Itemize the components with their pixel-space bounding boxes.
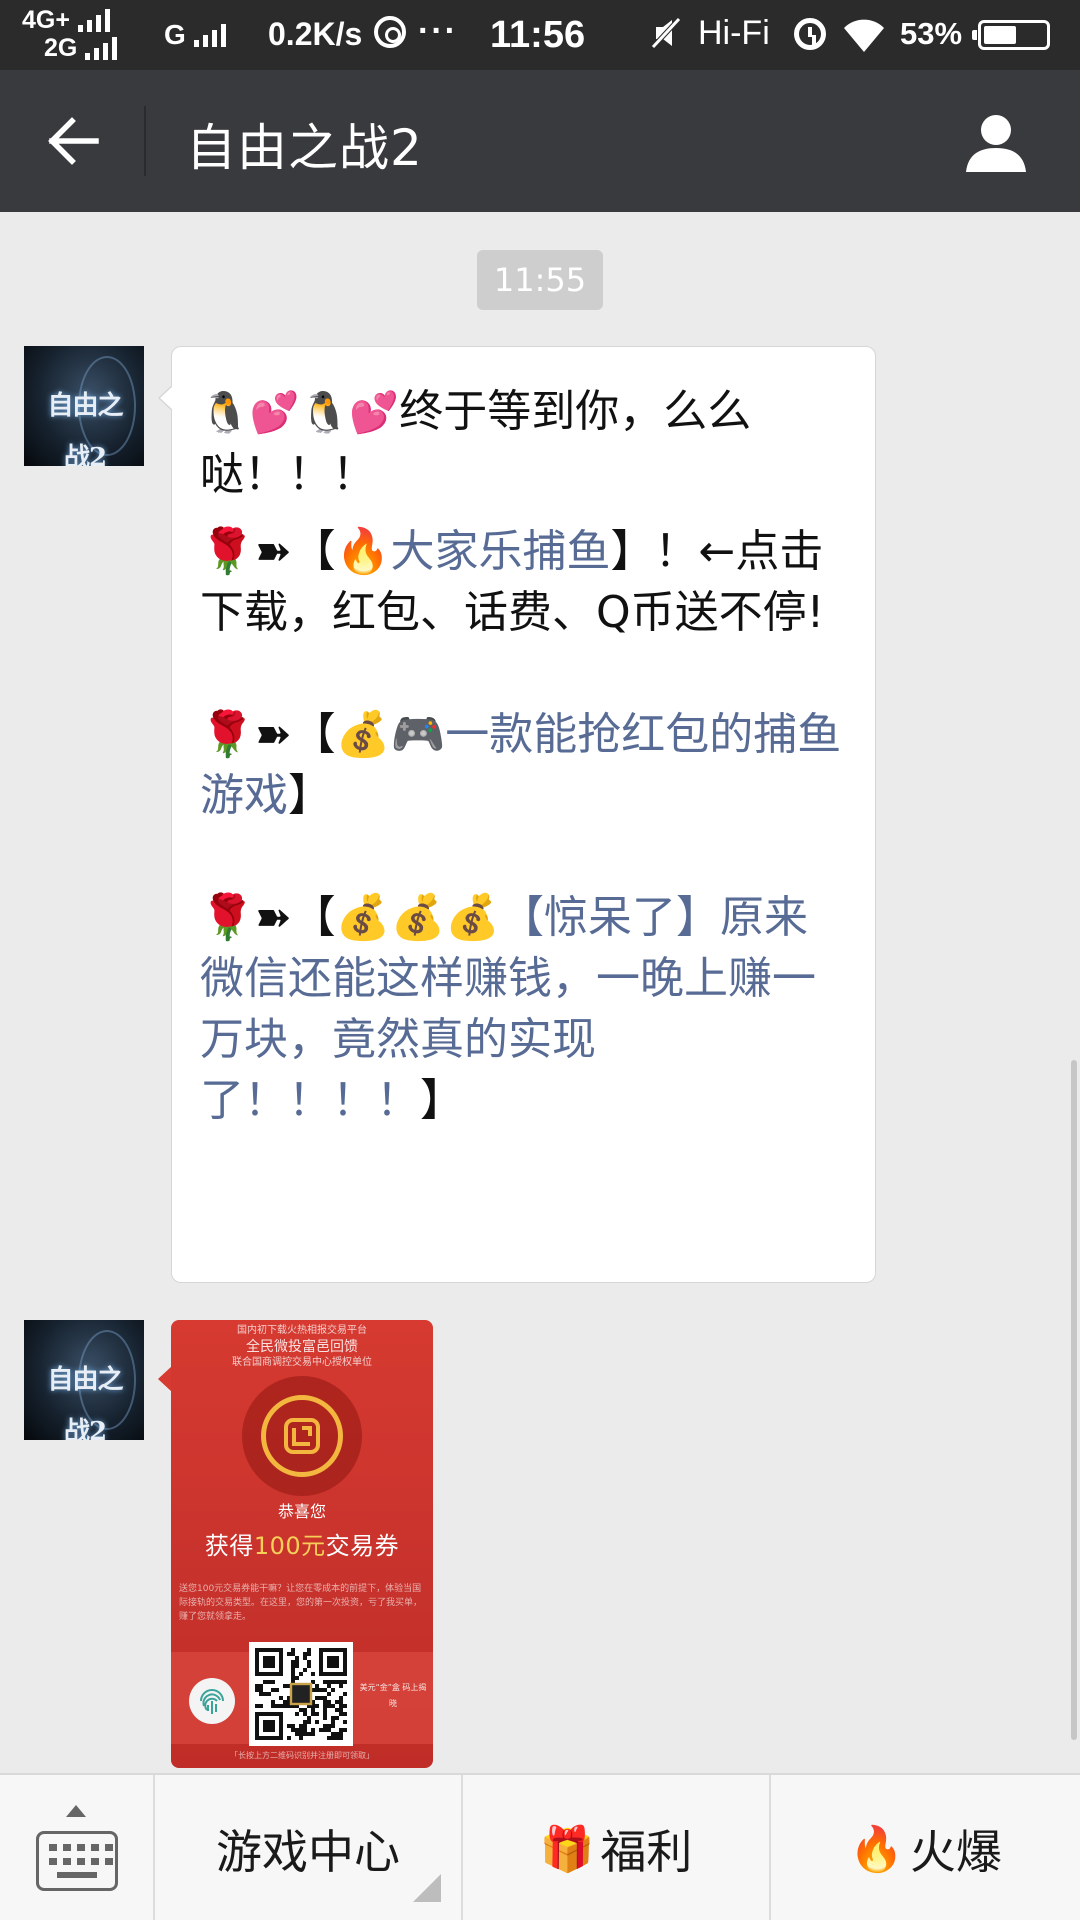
more-notifications: ··· [418,12,458,50]
menu-label: 游戏中心 [216,1824,400,1879]
menu-hot[interactable]: 🔥 火爆 [771,1775,1080,1920]
menu-game-center[interactable]: 游戏中心 [155,1775,463,1920]
avatar-logo: 自由之战2 [47,1365,123,1440]
greeting-line: 🐧💕🐧💕终于等到你，么么哒！！！ [200,381,847,505]
promo-item-2: 🌹➽【💰🎮一款能抢红包的捕鱼游戏】 [200,709,842,821]
network-speed: 0.2K/s [268,16,363,52]
wifi-icon [844,19,884,53]
custom-menu-bar: 游戏中心 🎁 福利 🔥 火爆 [0,1773,1080,1920]
sender-avatar[interactable]: 自由之战2 [24,346,144,466]
battery-fill [984,26,1016,44]
back-button[interactable] [38,106,108,176]
fire-icon: 🔥 [849,1823,904,1875]
card-footer: 「长按上方二维码识别并注册即可领取」 [230,1751,374,1760]
voucher-amount: 100元 [253,1532,326,1560]
carrier2-indicator: G [164,19,226,51]
penguin-emoji: 🐧💕🐧💕 [200,390,400,436]
download-link[interactable]: 🔥大家乐捕鱼 [336,526,611,577]
fingerprint-icon [189,1678,235,1724]
sync-icon [374,16,406,48]
title-bar: 自由之战2 [0,70,1080,212]
carrier2-label: G [164,19,186,50]
person-icon [966,115,1026,172]
gift-icon: 🎁 [539,1823,595,1875]
card-brand: 全民微投富邑回馈 [246,1339,358,1355]
network-indicator: 4G+ 2G [22,6,118,62]
mute-icon [651,17,681,49]
qr-code [249,1642,353,1746]
submenu-indicator-icon [413,1874,441,1902]
sender-avatar[interactable]: 自由之战2 [24,1320,144,1440]
battery-percentage: 53% [900,16,963,51]
promo-item-1: 🌹➽【🔥大家乐捕鱼】！←点击下载，红包、话费、Q币送不停! [200,526,825,638]
message-timestamp: 11:55 [477,250,603,310]
back-arrow-icon [48,117,99,165]
network-type-top: 4G+ [22,6,70,34]
signal-icon [193,23,226,47]
clock: 11:56 [490,14,586,56]
card-description: 送您100元交易券能干嘛？让您在零成本的前提下，体验当国际接轨的交易类型。在这里… [179,1584,423,1622]
profile-button[interactable] [960,106,1032,178]
card-sub-line: 联合国商调控交易中心授权单位 [232,1357,372,1368]
avatar-logo: 自由之战2 [47,391,123,466]
promo-item-3: 🌹➽【💰💰💰【惊呆了】原来微信还能这样赚钱，一晚上赚一万块，竟然真的实现了！！！… [200,892,816,1126]
card-congrats: 恭喜您 [277,1502,326,1521]
chat-scrollbar[interactable] [1071,1060,1077,1740]
keyboard-icon [36,1831,118,1891]
keyboard-toggle-button[interactable] [0,1775,155,1920]
card-headline: 获得100元交易券 [204,1532,400,1560]
signal-icon [85,36,118,60]
status-bar: 4G+ 2G G 0.2K/s ··· 11:56 Hi-Fi 53% [0,0,1080,70]
chevron-up-icon [66,1805,86,1817]
signal-icon [77,8,110,32]
coin-emblem-icon [242,1376,362,1496]
menu-label: 福利 [600,1824,693,1879]
red-packet-image-message[interactable]: 国内初下载火热相报交易平台 全民微投富邑回馈 联合国商调控交易中心授权单位 恭喜… [171,1320,433,1768]
qr-side-text: 美元“金”盒 码上揭晓 [359,1683,427,1708]
hifi-indicator: Hi-Fi [698,14,770,52]
network-type-bottom: 2G [44,34,78,62]
alarm-icon [794,18,826,50]
text-message-bubble[interactable]: 🐧💕🐧💕终于等到你，么么哒！！！ 🌹➽【🔥大家乐捕鱼】！←点击下载，红包、话费、… [158,346,876,1283]
card-top-line: 国内初下载火热相报交易平台 [237,1325,367,1336]
menu-label: 火爆 [909,1824,1002,1879]
title-divider [144,106,146,176]
page-title: 自由之战2 [186,119,423,177]
menu-welfare[interactable]: 🎁 福利 [463,1775,771,1920]
battery-icon [972,20,1050,50]
